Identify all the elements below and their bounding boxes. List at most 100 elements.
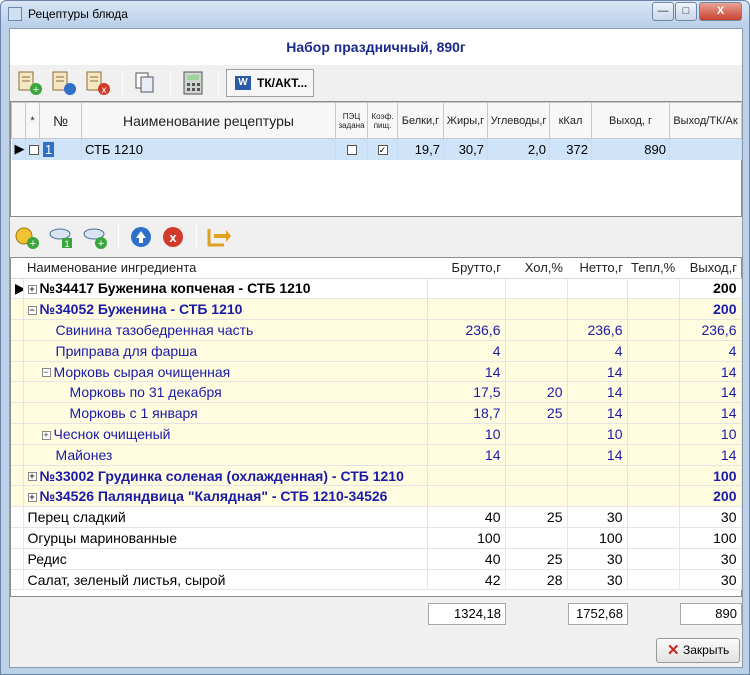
ingredient-row[interactable]: − №34052 Буженина - СТБ 1210 200	[11, 298, 742, 321]
ingredient-hol[interactable]	[505, 465, 568, 487]
col-kcal[interactable]: кКал	[549, 102, 592, 139]
ingredient-brutto[interactable]: 42	[427, 569, 506, 591]
ingredient-brutto[interactable]	[427, 485, 506, 508]
col-vyhod[interactable]: Выход,г	[679, 258, 741, 279]
ingredient-row[interactable]: Салат, зеленый листья, сырой 42 28 30 30	[11, 569, 742, 591]
collapse-icon[interactable]: −	[27, 305, 37, 315]
ingredient-row[interactable]: + №34526 Паляндвица "Калядная" - СТБ 1210…	[11, 485, 742, 508]
minimize-button[interactable]: —	[652, 2, 674, 21]
edit-recipe-icon[interactable]	[48, 69, 78, 97]
ingredient-vyhod[interactable]: 14	[679, 381, 742, 404]
ingredient-vyhod[interactable]: 30	[679, 548, 742, 570]
ingredient-name-cell[interactable]: Перец сладкий	[23, 506, 428, 529]
col-star[interactable]: *	[25, 102, 40, 139]
ingredient-row[interactable]: ▶+№34417 Буженина копченая - СТБ 1210 200	[11, 278, 742, 300]
ingredient-netto[interactable]: 14	[567, 381, 628, 404]
ingredient-netto[interactable]: 30	[567, 506, 628, 529]
ingredient-netto[interactable]: 14	[567, 444, 628, 466]
ingredient-tepl[interactable]	[627, 319, 680, 341]
ingredient-tepl[interactable]	[627, 506, 680, 529]
ingredient-hol[interactable]	[505, 485, 568, 508]
col-protein[interactable]: Белки,г	[397, 102, 444, 139]
ingredient-vyhod[interactable]: 200	[679, 278, 742, 300]
ingredient-row[interactable]: Майонез 14 14 14	[11, 444, 742, 466]
ingredient-brutto[interactable]: 18,7	[427, 402, 506, 425]
ingredient-tepl[interactable]	[627, 402, 680, 425]
ingredient-vyhod[interactable]: 100	[679, 465, 742, 487]
add-ingredient-icon[interactable]: +	[12, 223, 42, 251]
col-yield[interactable]: Выход, г	[591, 102, 670, 139]
ingredient-name-cell[interactable]: Морковь с 1 января	[23, 402, 428, 425]
ingredient-vyhod[interactable]: 14	[679, 361, 742, 383]
col-netto[interactable]: Нетто,г	[567, 258, 627, 279]
ingredient-brutto[interactable]: 100	[427, 527, 506, 549]
ingredient-hol[interactable]: 28	[505, 569, 568, 591]
recipe-yield-tk[interactable]	[669, 138, 742, 160]
recipe-fat[interactable]: 30,7	[443, 138, 488, 160]
ingredient-hol[interactable]	[505, 340, 568, 362]
ingredient-netto[interactable]	[567, 465, 628, 487]
title-bar[interactable]: Рецептуры блюда — □ X	[1, 1, 749, 27]
ingredient-brutto[interactable]: 40	[427, 548, 506, 570]
col-ingredient-name[interactable]: Наименование ингредиента	[23, 258, 427, 279]
ingredient-name-cell[interactable]: − Морковь сырая очищенная	[23, 361, 428, 383]
ingredient-tepl[interactable]	[627, 444, 680, 466]
ingredient-tepl[interactable]	[627, 381, 680, 404]
add-semi-product-icon[interactable]: 1	[46, 223, 76, 251]
ingredient-vyhod[interactable]: 30	[679, 569, 742, 591]
ingredient-netto[interactable]	[567, 485, 628, 508]
coef-checkbox[interactable]: ✓	[367, 138, 398, 160]
collapse-icon[interactable]: −	[41, 368, 51, 378]
ingredient-name-cell[interactable]: + №34526 Паляндвица "Калядная" - СТБ 1210…	[23, 485, 428, 508]
recipe-yield[interactable]: 890	[591, 138, 670, 160]
ingredient-name-cell[interactable]: − №34052 Буженина - СТБ 1210	[23, 298, 428, 321]
calculator-icon[interactable]	[178, 69, 208, 97]
copy-recipe-icon[interactable]	[130, 69, 160, 97]
ingredient-hol[interactable]	[505, 298, 568, 321]
ingredient-hol[interactable]	[505, 319, 568, 341]
delete-ingredient-icon[interactable]: x	[158, 223, 188, 251]
row-select-checkbox[interactable]	[25, 138, 40, 160]
expand-icon[interactable]: +	[41, 430, 51, 440]
recipe-carbs[interactable]: 2,0	[487, 138, 550, 160]
ingredient-name-cell[interactable]: Салат, зеленый листья, сырой	[23, 569, 428, 591]
ingredient-netto[interactable]: 4	[567, 340, 628, 362]
ingredient-name-cell[interactable]: + №34417 Буженина копченая - СТБ 1210	[23, 278, 428, 300]
ingredient-tepl[interactable]	[627, 485, 680, 508]
ingredient-netto[interactable]: 14	[567, 402, 628, 425]
ingredient-netto[interactable]: 100	[567, 527, 628, 549]
col-tepl[interactable]: Тепл,%	[627, 258, 679, 279]
ingredient-vyhod[interactable]: 200	[679, 485, 742, 508]
ingredient-vyhod[interactable]: 200	[679, 298, 742, 321]
ingredient-row[interactable]: Редис 40 25 30 30	[11, 548, 742, 570]
recipe-protein[interactable]: 19,7	[397, 138, 444, 160]
recipe-name[interactable]: СТБ 1210	[81, 138, 336, 160]
ingredient-netto[interactable]	[567, 278, 628, 300]
ingredient-netto[interactable]: 14	[567, 361, 628, 383]
ingredient-tepl[interactable]	[627, 423, 680, 445]
recipe-row[interactable]: ▶ 1 СТБ 1210 ✓ 19,7 30,7 2,0 372 890	[11, 138, 742, 160]
close-button[interactable]: ✕ Закрыть	[656, 638, 740, 663]
ingredients-grid[interactable]: Наименование ингредиента Брутто,г Хол,% …	[10, 257, 742, 597]
ingredient-hol[interactable]	[505, 278, 568, 300]
ingredient-tepl[interactable]	[627, 548, 680, 570]
ingredient-tepl[interactable]	[627, 361, 680, 383]
ingredient-brutto[interactable]: 4	[427, 340, 506, 362]
ingredient-row[interactable]: Морковь по 31 декабря 17,5 20 14 14	[11, 381, 742, 404]
col-yield-tk[interactable]: Выход/ТК/Ак	[669, 102, 742, 139]
ingredient-name-cell[interactable]: + Чеснок очищеный	[23, 423, 428, 445]
ingredient-vyhod[interactable]: 10	[679, 423, 742, 445]
ingredient-name-cell[interactable]: + №33002 Грудинка соленая (охлажденная) -…	[23, 465, 428, 487]
ingredient-name-cell[interactable]: Редис	[23, 548, 428, 570]
expand-icon[interactable]: +	[27, 493, 37, 503]
ingredient-row[interactable]: Перец сладкий 40 25 30 30	[11, 506, 742, 529]
ingredient-netto[interactable]: 30	[567, 548, 628, 570]
ingredient-row[interactable]: − Морковь сырая очищенная 14 14 14	[11, 361, 742, 383]
ingredient-vyhod[interactable]: 4	[679, 340, 742, 362]
add-recipe-ingredient-icon[interactable]: +	[80, 223, 110, 251]
ingredient-vyhod[interactable]: 14	[679, 402, 742, 425]
col-brutto[interactable]: Брутто,г	[427, 258, 505, 279]
ingredient-brutto[interactable]	[427, 298, 506, 321]
ingredient-brutto[interactable]	[427, 278, 506, 300]
export-icon[interactable]	[204, 223, 234, 251]
